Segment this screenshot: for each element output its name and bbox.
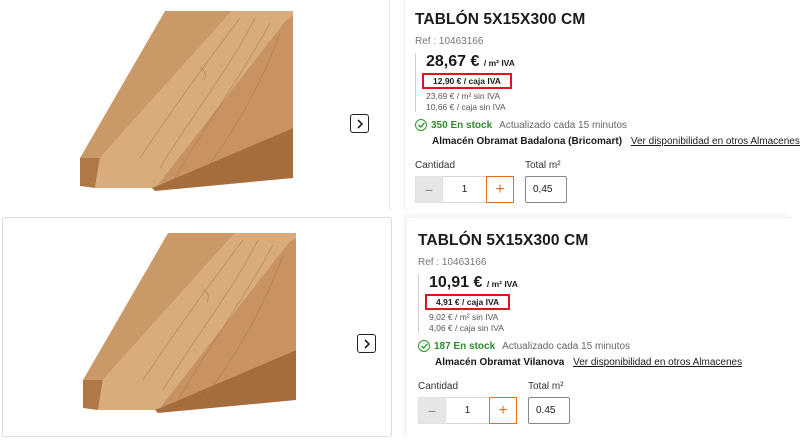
next-image-button[interactable] [357,334,376,353]
product-ref: Ref : 10463166 [415,36,484,47]
total-m2-input[interactable]: 0.45 [528,397,570,424]
decrease-button[interactable]: − [418,397,446,424]
total-m2-label: Total m² [528,381,564,392]
price-block: 28,67 € / m² IVA 12,90 € / caja IVA 23,6… [415,53,715,112]
product-image [83,233,296,413]
quantity-stepper: − 1 + [415,176,514,203]
product-ref: Ref : 10463166 [418,257,487,268]
price-block: 10,91 € / m² IVA 4,91 € / caja IVA 9,02 … [418,274,718,333]
price-per-box-no-tax: 4,06 € / caja sin IVA [429,323,504,333]
stock-status: 187 En stock Actualizado cada 15 minutos [418,340,792,352]
price-per-m2-no-tax: 23,69 € / m² sin IVA [426,91,501,101]
product-info-2: TABLÓN 5X15X300 CM Ref : 10463166 10,91 … [407,217,792,437]
stock-update-note: Actualizado cada 15 minutos [499,119,628,131]
quantity-label: Cantidad [415,160,456,171]
store-name: Almacén Obramat Badalona (Bricomart) [432,136,623,147]
increase-button[interactable]: + [489,397,517,424]
price-main: 28,67 € / m² IVA [426,53,715,71]
price-main-unit: / m² IVA [483,58,515,68]
quantity-stepper: − 1 + [418,397,517,424]
price-main: 10,91 € / m² IVA [429,274,718,292]
quantity-input[interactable]: 1 [446,397,489,424]
product-image [80,11,293,191]
stock-status: 350 En stock Actualizado cada 15 minutos [415,119,789,131]
product-image-panel-1 [0,0,390,210]
price-per-box-no-tax: 10,66 € / caja sin IVA [426,102,506,112]
product-title: TABLÓN 5X15X300 CM [415,11,586,28]
product-title: TABLÓN 5X15X300 CM [418,232,589,249]
quantity-area: Cantidad − 1 + Total m² 0.45 [418,381,792,424]
stock-count: 350 En stock [431,119,493,131]
chevron-right-icon [363,338,370,349]
price-per-m2-no-tax: 9,02 € / m² sin IVA [429,312,499,322]
stock-count: 187 En stock [434,340,496,352]
price-main-unit: / m² IVA [486,279,518,289]
decrease-button[interactable]: − [415,176,443,203]
check-circle-icon [415,119,427,131]
quantity-input[interactable]: 1 [443,176,486,203]
other-stores-link[interactable]: Ver disponibilidad en otros Almacenes [573,357,742,368]
next-image-button[interactable] [350,114,369,133]
increase-button[interactable]: + [486,176,514,203]
total-m2-label: Total m² [525,160,561,171]
price-main-value: 28,67 € [426,53,480,70]
store-row: Almacén Obramat Vilanova Ver disponibili… [418,357,792,368]
product-image-panel-2 [2,217,392,437]
price-per-box-highlight: 12,90 € / caja IVA [422,73,512,89]
quantity-area: Cantidad − 1 + Total m² 0,45 [415,160,789,203]
product-info-1: TABLÓN 5X15X300 CM Ref : 10463166 28,67 … [404,0,800,210]
stock-update-note: Actualizado cada 15 minutos [502,340,631,352]
price-main-value: 10,91 € [429,274,483,291]
quantity-label: Cantidad [418,381,459,392]
chevron-right-icon [356,118,363,129]
check-circle-icon [418,340,430,352]
store-name: Almacén Obramat Vilanova [435,357,565,368]
price-per-box-highlight: 4,91 € / caja IVA [425,294,511,310]
total-m2-input[interactable]: 0,45 [525,176,567,203]
store-row: Almacén Obramat Badalona (Bricomart) Ver… [415,136,800,147]
other-stores-link[interactable]: Ver disponibilidad en otros Almacenes [631,136,800,147]
